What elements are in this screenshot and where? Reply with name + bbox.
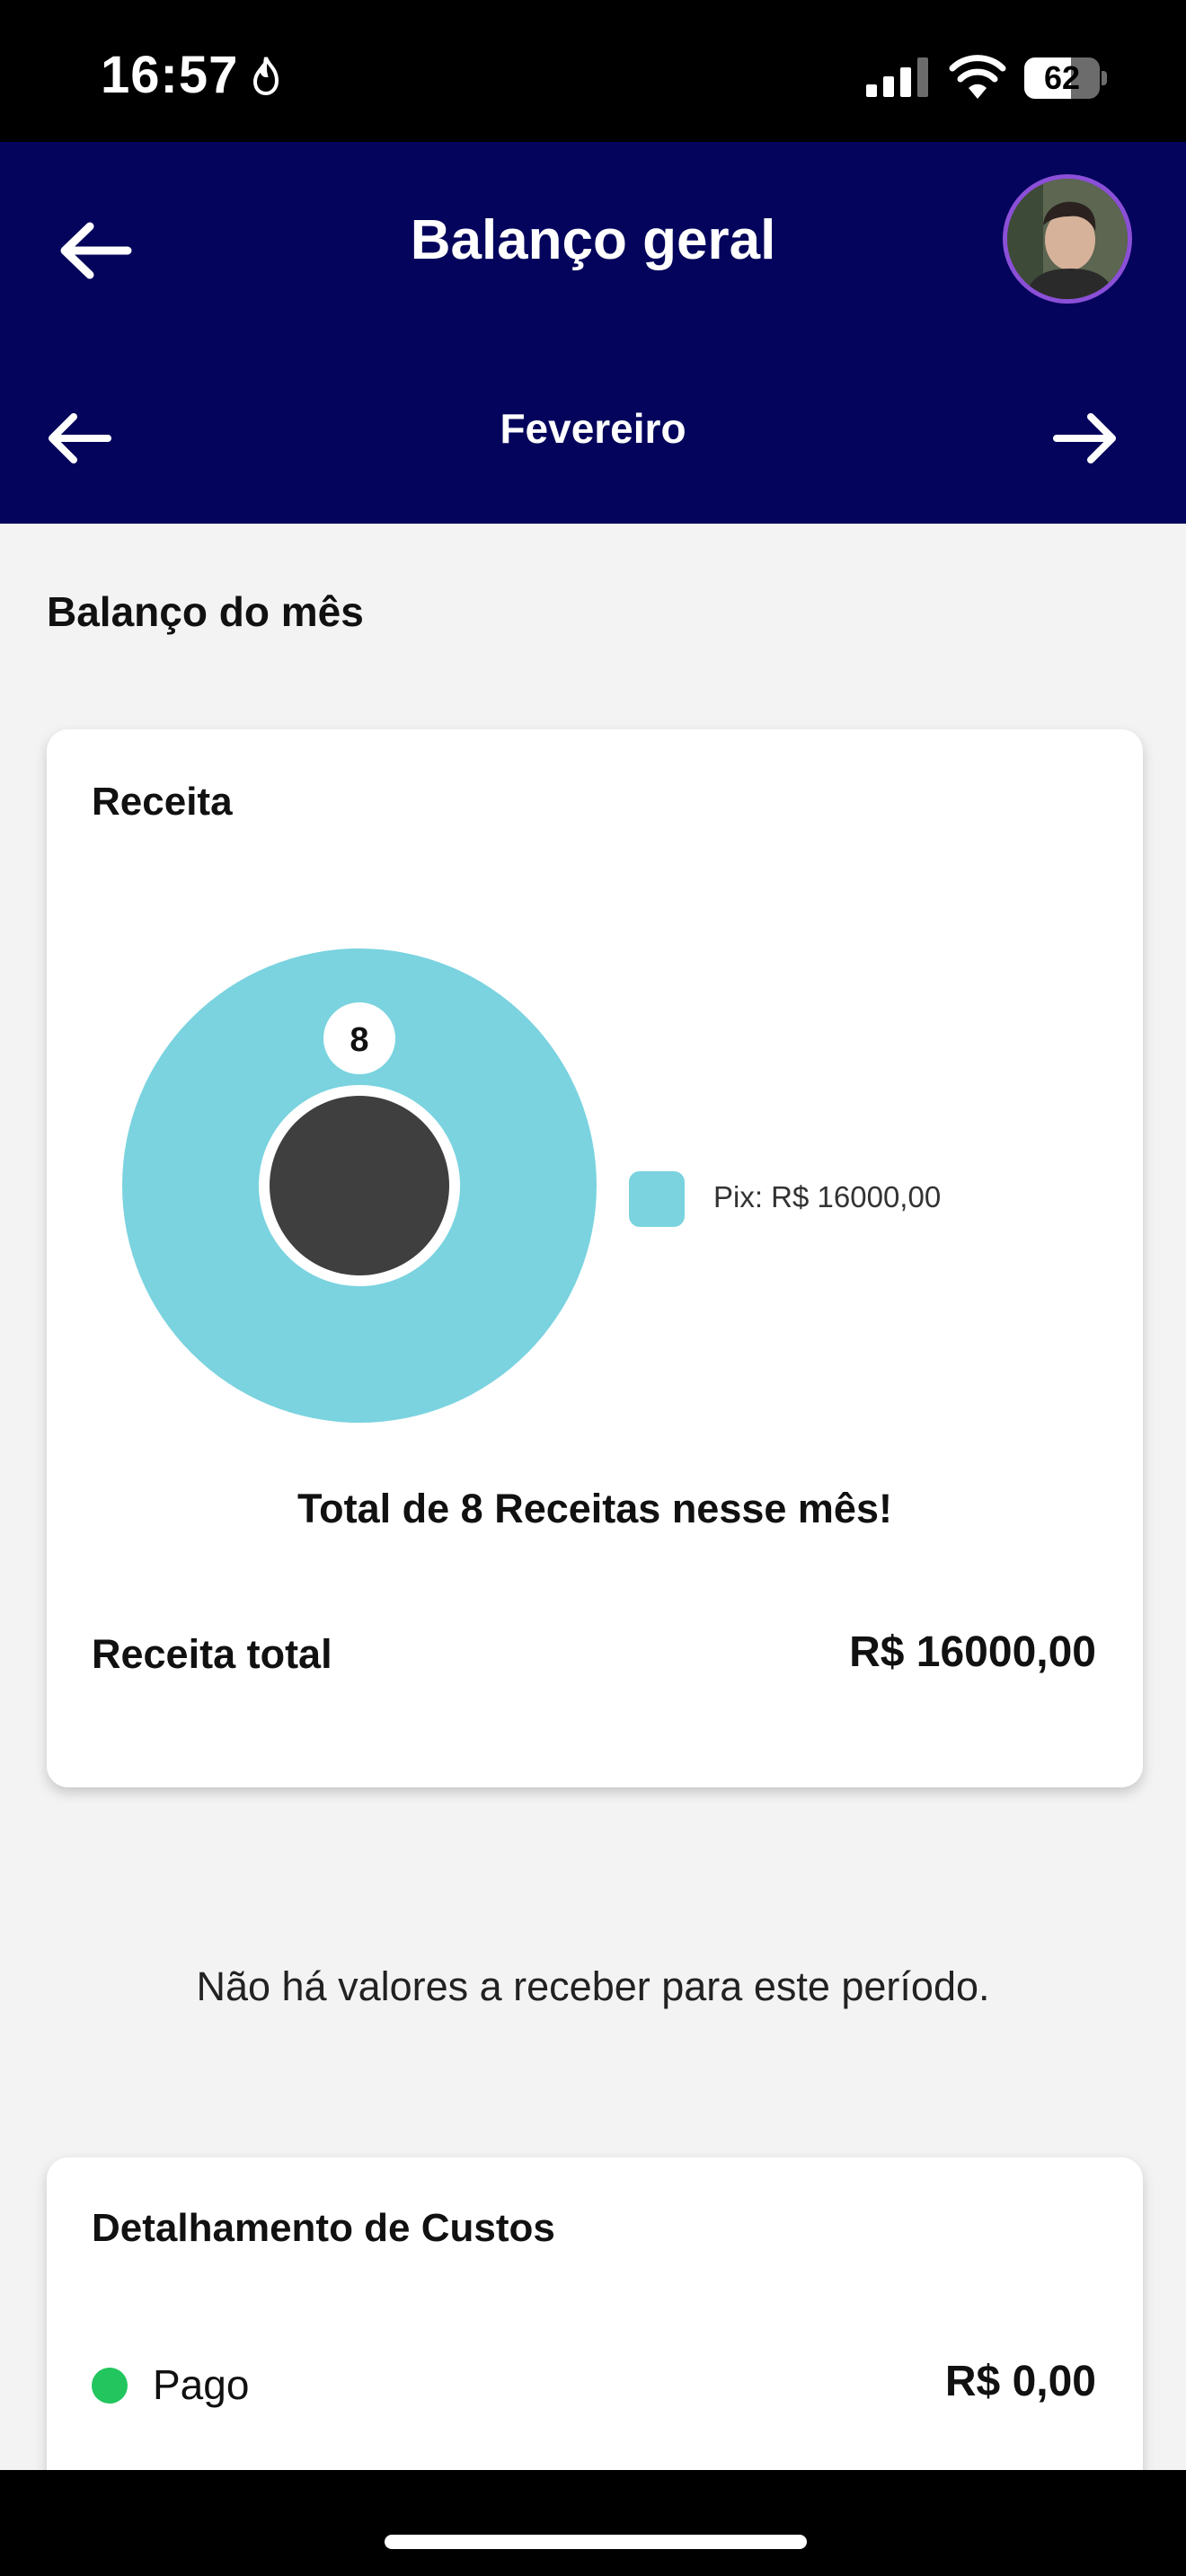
- battery-level-text: 62: [1043, 59, 1081, 96]
- receita-card: Receita 8 Pix: R$ 16000,00 Total de 8 Re…: [47, 729, 1143, 1787]
- wifi-icon: [949, 55, 1006, 99]
- status-dot-pago: [92, 2368, 128, 2404]
- pie-center-hole: [270, 1096, 449, 1275]
- app-header: Balanço geral Fevereiro: [0, 142, 1186, 524]
- avatar-photo: [1007, 179, 1128, 299]
- custos-card-title: Detalhamento de Custos: [92, 2206, 555, 2250]
- month-label: Fevereiro: [500, 405, 686, 452]
- cellular-signal-icon: [866, 57, 928, 97]
- receita-total-label: Receita total: [92, 1631, 332, 1677]
- custos-item-label: Pago: [153, 2361, 250, 2408]
- status-bar: 16:57 62: [0, 0, 1186, 142]
- home-indicator[interactable]: [385, 2535, 807, 2549]
- empty-receivables-message: Não há valores a receber para este perío…: [196, 1963, 990, 2009]
- flame-icon: [252, 57, 279, 96]
- status-time: 16:57: [101, 46, 239, 104]
- pie-data-label: 8: [350, 1021, 368, 1059]
- section-title: Balanço do mês: [47, 588, 364, 635]
- avatar[interactable]: [1003, 174, 1132, 304]
- legend-swatch-pix: [629, 1171, 685, 1227]
- receita-total-value: R$ 16000,00: [849, 1628, 1096, 1676]
- home-indicator-area: [0, 2470, 1186, 2576]
- battery-icon: 62: [1024, 57, 1107, 99]
- receita-pie-chart: 8: [122, 948, 597, 1423]
- legend-item-pix: Pix: R$ 16000,00: [713, 1180, 942, 1213]
- custos-item-value: R$ 0,00: [944, 2358, 1096, 2405]
- receitas-count-message: Total de 8 Receitas nesse mês!: [297, 1486, 892, 1531]
- arrow-right-icon: [1053, 413, 1116, 463]
- next-month-button[interactable]: [1049, 410, 1121, 467]
